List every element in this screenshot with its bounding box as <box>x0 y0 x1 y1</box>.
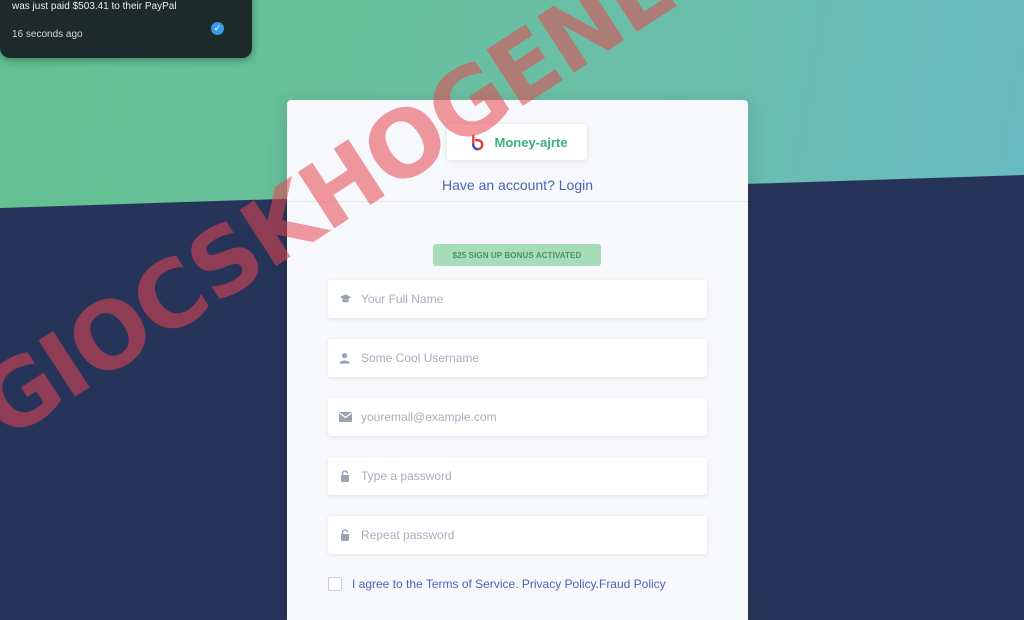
brand-name: Money-ajrte <box>494 134 568 150</box>
username-field[interactable] <box>328 339 707 377</box>
divider <box>287 201 748 202</box>
repeat-password-input[interactable] <box>359 527 707 543</box>
username-input[interactable] <box>359 350 707 366</box>
full-name-input[interactable] <box>359 291 707 307</box>
lock-icon <box>338 528 352 542</box>
password-input[interactable] <box>359 468 707 484</box>
check-circle-icon: ✓ <box>211 22 224 35</box>
email-input[interactable] <box>359 409 707 425</box>
full-name-field[interactable] <box>328 280 707 318</box>
toast-message: was just paid $503.41 to their PayPal <box>12 1 177 12</box>
repeat-password-field[interactable] <box>328 516 707 554</box>
terms-agreement[interactable]: I agree to the Terms of Service. Privacy… <box>328 577 666 591</box>
terms-checkbox[interactable] <box>328 577 342 591</box>
email-field[interactable] <box>328 398 707 436</box>
password-field[interactable] <box>328 457 707 495</box>
terms-agreement-label[interactable]: I agree to the Terms of Service. Privacy… <box>352 577 666 591</box>
payout-notification-toast: was just paid $503.41 to their PayPal 16… <box>0 0 252 58</box>
signup-card: Money-ajrte Have an account? Login $25 S… <box>287 100 748 620</box>
login-link[interactable]: Have an account? Login <box>287 177 748 193</box>
signup-bonus-badge: $25 SIGN UP BONUS ACTIVATED <box>433 244 601 266</box>
envelope-icon <box>338 410 352 424</box>
user-icon <box>338 351 352 365</box>
graduation-cap-icon <box>338 292 352 306</box>
brand-logo[interactable]: Money-ajrte <box>447 124 587 160</box>
toast-timestamp: 16 seconds ago <box>12 29 83 40</box>
lock-icon <box>338 469 352 483</box>
brand-logo-icon <box>471 134 483 151</box>
